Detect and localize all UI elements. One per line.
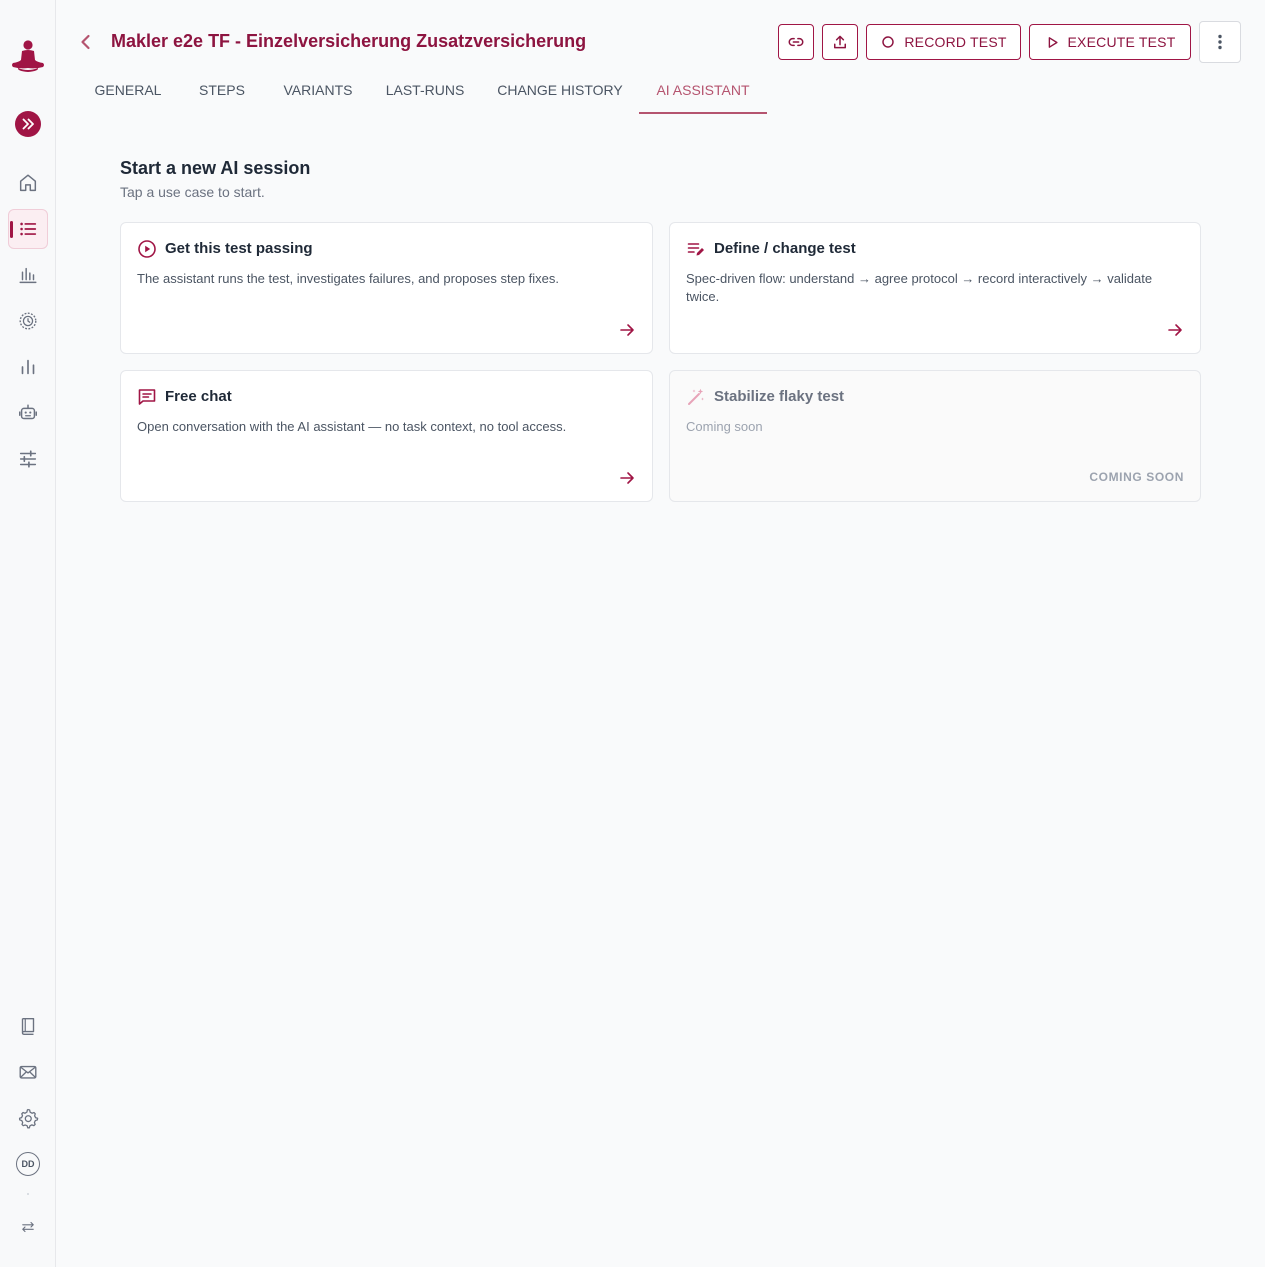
page-title: Makler e2e TF - Einzelversicherung Zusat… — [111, 31, 587, 51]
user-avatar[interactable]: DD — [16, 1152, 40, 1176]
section-title: Start a new AI session — [120, 158, 311, 178]
sidebar-item-configuration[interactable] — [8, 439, 48, 479]
section-subtitle: Tap a use case to start. — [120, 184, 265, 200]
card-title: Free chat — [165, 388, 232, 405]
arrow-right-icon — [618, 469, 636, 487]
mail-icon — [19, 1065, 37, 1079]
sliders-icon — [19, 450, 37, 468]
back-button[interactable] — [72, 28, 100, 56]
tab-ai-assistant[interactable]: AI ASSISTANT — [639, 80, 767, 114]
sidebar-item-tests[interactable] — [8, 209, 48, 249]
arrow-right-icon — [618, 321, 636, 339]
sidebar-item-switch[interactable] — [8, 1207, 48, 1247]
sidebar-item-schedules[interactable] — [8, 301, 48, 341]
sidebar-separator — [27, 1193, 29, 1195]
card-title: Define / change test — [714, 240, 856, 257]
gear-icon — [18, 1108, 39, 1129]
bar-chart-icon — [19, 267, 37, 284]
book-icon — [21, 1017, 35, 1035]
card-description: Coming soon — [686, 419, 763, 434]
chevron-left-icon — [81, 34, 90, 50]
tab-last-runs[interactable]: LAST-RUNS — [374, 80, 476, 114]
sidebar-item-agents[interactable] — [8, 393, 48, 433]
analytics-icon — [21, 359, 35, 375]
tab-general[interactable]: GENERAL — [80, 80, 176, 114]
card-title: Get this test passing — [165, 240, 313, 257]
usecase-card-free-chat[interactable]: Free chat Open conversation with the AI … — [120, 370, 653, 502]
meditating-person-logo — [12, 40, 44, 72]
double-chevron-right-icon — [22, 118, 34, 130]
link-icon — [788, 37, 804, 47]
upload-icon — [834, 35, 846, 49]
copy-link-button[interactable] — [778, 24, 814, 60]
usecase-card-get-test-passing[interactable]: Get this test passing The assistant runs… — [120, 222, 653, 354]
more-options-button[interactable] — [1199, 21, 1241, 63]
circle-outline-icon — [882, 36, 895, 48]
tab-variants[interactable]: VARIANTS — [268, 80, 368, 114]
app-logo[interactable] — [8, 36, 48, 76]
card-title: Stabilize flaky test — [714, 388, 845, 405]
list-icon — [20, 222, 37, 236]
usecase-card-stabilize-flaky-test: Stabilize flaky test Coming soon COMING … — [669, 370, 1201, 502]
sidebar-item-docs[interactable] — [8, 1006, 48, 1046]
arrow-right-icon — [1166, 321, 1184, 339]
robot-icon — [19, 404, 37, 420]
play-circle-icon — [137, 239, 157, 259]
card-description: Open conversation with the AI assistant … — [137, 419, 567, 434]
card-description: Spec-driven flow: understand → agree pro… — [686, 271, 1153, 304]
magic-wand-icon — [686, 387, 706, 407]
vertical-dots-icon — [1218, 34, 1222, 50]
tab-steps[interactable]: STEPS — [184, 80, 260, 114]
edit-list-icon — [686, 239, 706, 259]
usecase-card-define-change-test[interactable]: Define / change test Spec-driven flow: u… — [669, 222, 1201, 354]
record-test-button[interactable]: RECORD TEST — [866, 24, 1021, 60]
chat-bubble-icon — [137, 387, 157, 407]
tab-change-history[interactable]: CHANGE HISTORY — [483, 80, 637, 114]
export-button[interactable] — [822, 24, 858, 60]
execute-test-button[interactable]: EXECUTE TEST — [1029, 24, 1191, 60]
swap-arrows-icon — [22, 1221, 34, 1233]
home-icon — [19, 174, 37, 192]
record-test-label: RECORD TEST — [904, 34, 1007, 50]
sidebar-item-reports[interactable] — [8, 255, 48, 295]
coming-soon-badge: COMING SOON — [1089, 470, 1184, 484]
sidebar-item-messages[interactable] — [8, 1052, 48, 1092]
sidebar-item-settings[interactable] — [8, 1098, 48, 1138]
play-outline-icon — [1048, 36, 1058, 48]
card-description: The assistant runs the test, investigate… — [137, 271, 559, 286]
execute-test-label: EXECUTE TEST — [1067, 34, 1176, 50]
clock-badge-icon — [19, 312, 37, 330]
sidebar-item-home[interactable] — [8, 163, 48, 203]
expand-sidebar-button[interactable] — [15, 111, 41, 137]
sidebar: DD — [0, 0, 56, 1267]
sidebar-item-analytics[interactable] — [8, 347, 48, 387]
